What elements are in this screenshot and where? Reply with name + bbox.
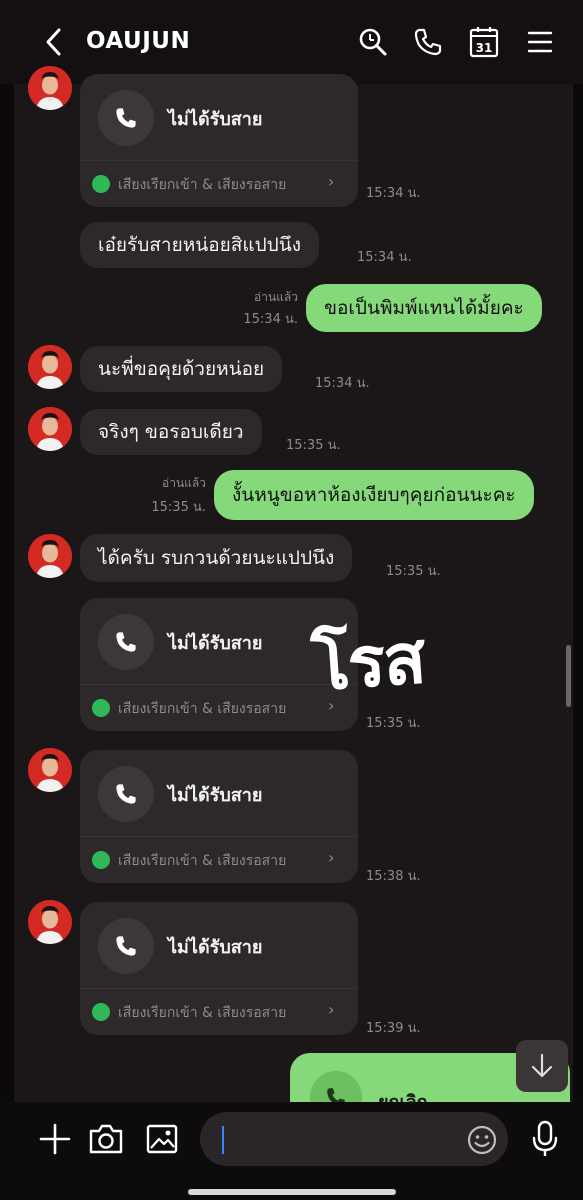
message-bubble-incoming[interactable]: เอ๋ยรับสายหน่อยสิแปปนึง: [80, 222, 319, 268]
message-time: 15:35 น.: [386, 564, 441, 579]
call-status: ไม่ได้รับสาย: [168, 937, 263, 958]
plus-icon: [39, 1123, 71, 1155]
home-indicator: [188, 1189, 396, 1195]
phone-icon-circle: [98, 614, 154, 670]
back-button[interactable]: [36, 24, 72, 60]
avatar-photo: [28, 900, 72, 944]
chevron-right-icon: ›: [328, 848, 335, 867]
scroll-to-bottom-button[interactable]: [516, 1040, 568, 1092]
ringtone-link[interactable]: เสียงเรียกเข้า & เสียงรอสาย: [118, 850, 286, 872]
message-bubble-outgoing[interactable]: ขอเป็นพิมพ์แทนได้มั้ยคะ: [306, 284, 542, 332]
message-bubble-incoming[interactable]: นะพี่ขอคุยด้วยหน่อย: [80, 346, 283, 392]
arrow-down-icon: [531, 1053, 553, 1078]
image-icon: [146, 1124, 178, 1154]
call-status: ไม่ได้รับสาย: [168, 785, 263, 806]
line-music-icon: [92, 175, 110, 193]
phone-icon-circle: [98, 918, 154, 974]
message-input[interactable]: [200, 1112, 508, 1166]
avatar-photo: [28, 66, 72, 110]
add-button[interactable]: [38, 1122, 72, 1156]
message-time: 15:38 น.: [366, 869, 421, 884]
emoji-button[interactable]: [466, 1124, 498, 1156]
message-time: 15:34 น.: [315, 376, 370, 391]
avatar[interactable]: [28, 407, 72, 451]
phone-icon: [116, 936, 136, 956]
phone-icon-circle: [98, 766, 154, 822]
gallery-button[interactable]: [145, 1122, 179, 1156]
search-icon: [359, 28, 387, 56]
call-status: ไม่ได้รับสาย: [168, 109, 263, 130]
calendar-button[interactable]: 31: [466, 24, 502, 60]
read-receipt: อ่านแล้ว: [254, 290, 298, 304]
chevron-left-icon: [46, 28, 61, 56]
menu-button[interactable]: [522, 24, 558, 60]
avatar-photo: [28, 345, 72, 389]
camera-icon: [89, 1124, 123, 1154]
avatar-photo: [28, 407, 72, 451]
avatar[interactable]: [28, 748, 72, 792]
chat-title: OAUJUN: [86, 28, 191, 54]
call-button[interactable]: [410, 24, 446, 60]
ringtone-link[interactable]: เสียงเรียกเข้า & เสียงรอสาย: [118, 174, 286, 196]
ringtone-link[interactable]: เสียงเรียกเข้า & เสียงรอสาย: [118, 698, 286, 720]
search-button[interactable]: [355, 24, 391, 60]
phone-icon: [116, 632, 136, 652]
chat-screen: OAUJUN 31 ไม่ได้รับสาย เสียงเรียกเข้า & …: [0, 0, 583, 1200]
camera-button[interactable]: [88, 1122, 124, 1156]
missed-call-card[interactable]: ไม่ได้รับสาย เสียงเรียกเข้า & เสียงรอสาย…: [80, 902, 358, 1035]
avatar[interactable]: [28, 66, 72, 110]
message-time: 15:34 น.: [357, 250, 412, 265]
chevron-right-icon: ›: [328, 172, 335, 191]
message-time: 15:39 น.: [366, 1021, 421, 1036]
mic-icon: [532, 1120, 558, 1156]
calendar-day: 31: [476, 41, 493, 55]
message-time: 15:34 น.: [366, 186, 421, 201]
avatar[interactable]: [28, 534, 72, 578]
phone-icon-circle: [98, 90, 154, 146]
missed-call-card[interactable]: ไม่ได้รับสาย เสียงเรียกเข้า & เสียงรอสาย…: [80, 750, 358, 883]
phone-icon: [414, 28, 442, 56]
read-receipt: อ่านแล้ว: [162, 476, 206, 490]
line-music-icon: [92, 1003, 110, 1021]
message-bubble-incoming[interactable]: จริงๆ ขอรอบเดียว: [80, 409, 262, 455]
message-time: 15:34 น.: [243, 312, 298, 327]
ringtone-link[interactable]: เสียงเรียกเข้า & เสียงรอสาย: [118, 1002, 286, 1024]
line-music-icon: [92, 851, 110, 869]
message-bubble-outgoing[interactable]: งั้นหนูขอหาห้องเงียบๆคุยก่อนนะคะ: [214, 470, 534, 520]
chevron-right-icon: ›: [328, 1000, 335, 1019]
scrollbar[interactable]: [566, 645, 571, 707]
avatar[interactable]: [28, 345, 72, 389]
voice-button[interactable]: [530, 1120, 560, 1158]
call-status: ไม่ได้รับสาย: [168, 633, 263, 654]
text-caret: [222, 1126, 224, 1154]
line-music-icon: [92, 699, 110, 717]
emoji-icon: [467, 1125, 497, 1155]
menu-icon: [527, 31, 553, 53]
avatar[interactable]: [28, 900, 72, 944]
phone-icon: [116, 108, 136, 128]
screen-edge-left: [0, 0, 14, 1200]
phone-icon: [116, 784, 136, 804]
missed-call-card[interactable]: ไม่ได้รับสาย เสียงเรียกเข้า & เสียงรอสาย…: [80, 74, 358, 207]
message-bubble-incoming[interactable]: ได้ครับ รบกวนด้วยนะแปปนึง: [80, 534, 353, 582]
message-time: 15:35 น.: [286, 438, 341, 453]
avatar-photo: [28, 534, 72, 578]
watermark-text: โรส: [309, 617, 427, 707]
chat-header: OAUJUN 31: [0, 0, 583, 84]
avatar-photo: [28, 748, 72, 792]
message-time: 15:35 น.: [151, 500, 206, 515]
screen-edge-right: [573, 0, 583, 1200]
calendar-icon: 31: [469, 27, 499, 58]
